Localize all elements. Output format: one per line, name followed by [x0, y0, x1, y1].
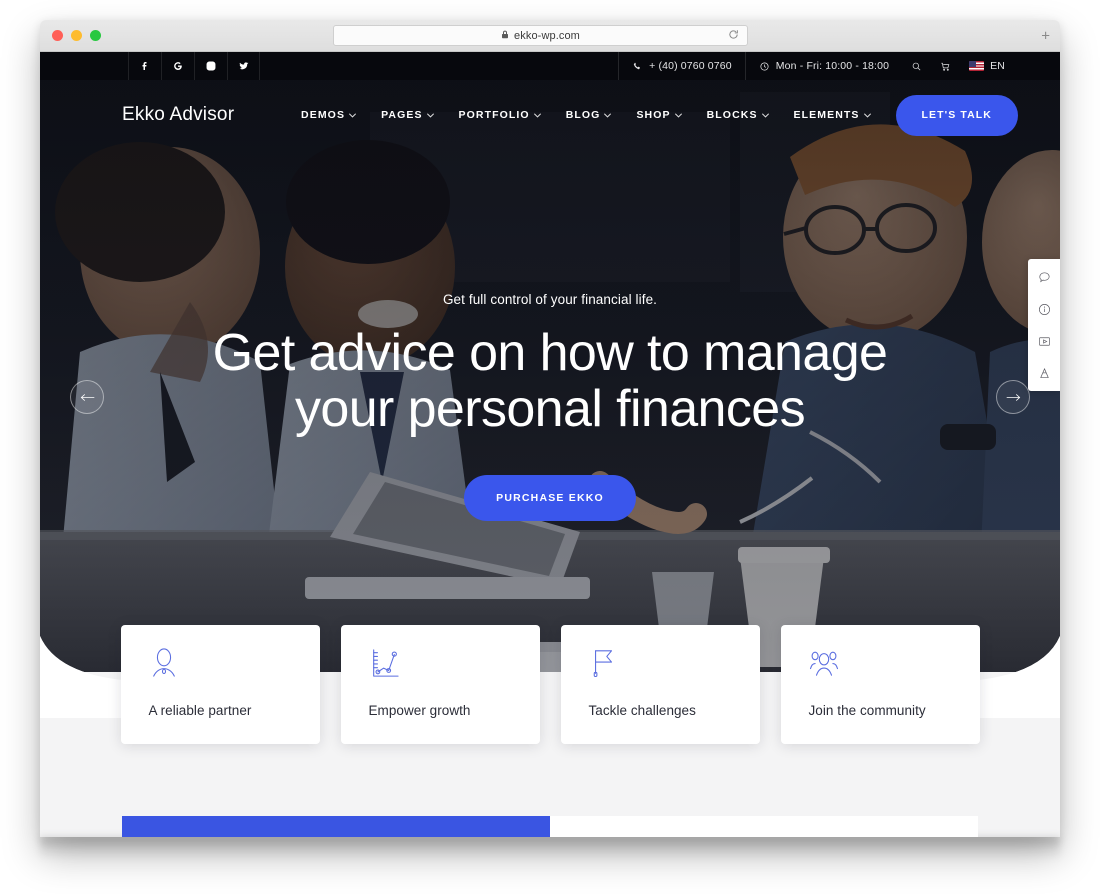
page-viewport: + (40) 0760 0760 Mon - Fri: 10:00 - 18:0…: [40, 52, 1060, 837]
nav-item-blog-label: BLOG: [565, 109, 601, 121]
nav-item-portfolio[interactable]: PORTFOLIO: [458, 109, 541, 121]
nav-item-shop-label: SHOP: [636, 109, 671, 121]
community-icon: [809, 647, 980, 687]
nav-item-portfolio-label: PORTFOLIO: [458, 109, 530, 121]
close-window-button[interactable]: [52, 30, 63, 41]
nav-item-blocks[interactable]: BLOCKS: [706, 109, 769, 121]
instagram-icon[interactable]: [194, 52, 227, 80]
phone-number: + (40) 0760 0760: [649, 60, 732, 72]
social-links: [128, 52, 260, 80]
growth-chart-icon: [369, 647, 540, 687]
top-bar-right: + (40) 0760 0760 Mon - Fri: 10:00 - 18:0…: [618, 52, 1014, 80]
feature-card-label: Join the community: [808, 703, 926, 718]
address-bar-url: ekko-wp.com: [514, 29, 580, 42]
google-icon[interactable]: [161, 52, 194, 80]
language-label: EN: [990, 60, 1005, 72]
chevron-down-icon: [426, 110, 434, 118]
phone-info[interactable]: + (40) 0760 0760: [618, 52, 745, 80]
flag-icon: [589, 647, 760, 687]
person-icon: [149, 647, 320, 687]
twitter-icon[interactable]: [227, 52, 260, 80]
top-utility-bar: + (40) 0760 0760 Mon - Fri: 10:00 - 18:0…: [40, 52, 1060, 80]
floating-side-toolbar: [1028, 259, 1060, 391]
carousel-prev-button[interactable]: [70, 380, 104, 414]
feature-card-label: Tackle challenges: [588, 703, 696, 718]
nav-item-demos[interactable]: DEMOS: [301, 109, 357, 121]
browser-window: ekko-wp.com + + (40) 0760 0760 Mon - Fri…: [40, 20, 1060, 837]
nav-item-demos-label: DEMOS: [301, 109, 346, 121]
chevron-down-icon: [761, 110, 769, 118]
arrow-right-icon: [1006, 393, 1020, 401]
carousel-next-button[interactable]: [996, 380, 1030, 414]
window-bottom-shadow: [40, 837, 1060, 859]
cart-button[interactable]: [931, 52, 960, 80]
chevron-down-icon: [533, 110, 541, 118]
hero-title-line-1: Get advice on how to manage: [212, 324, 888, 382]
video-play-icon[interactable]: [1034, 331, 1054, 351]
minimize-window-button[interactable]: [71, 30, 82, 41]
address-bar[interactable]: ekko-wp.com: [333, 25, 748, 46]
nav-item-blog[interactable]: BLOG: [565, 109, 612, 121]
hero-title: Get advice on how to manage your persona…: [40, 325, 1060, 437]
arrow-left-icon: [80, 393, 94, 401]
hero-content: Get full control of your financial life.…: [40, 292, 1060, 522]
bag-icon[interactable]: [1034, 363, 1054, 383]
nav-item-pages-label: PAGES: [381, 109, 423, 121]
promo-band-brick-image: [550, 816, 978, 837]
feature-cards: A reliable partner Empower growth Tackle…: [40, 625, 1060, 744]
feature-card-empower-growth[interactable]: Empower growth: [340, 625, 540, 744]
nav-item-elements[interactable]: ELEMENTS: [793, 109, 871, 121]
nav-item-shop[interactable]: SHOP: [636, 109, 682, 121]
lock-icon: [501, 30, 509, 41]
us-flag-icon: [969, 61, 985, 71]
feature-card-join-community[interactable]: Join the community: [780, 625, 980, 744]
window-traffic-lights: [52, 30, 101, 41]
promo-band-blue-block: [122, 816, 550, 837]
site-logo[interactable]: Ekko Advisor: [122, 104, 234, 126]
chevron-down-icon: [863, 110, 871, 118]
nav-item-pages[interactable]: PAGES: [381, 109, 434, 121]
maximize-window-button[interactable]: [90, 30, 101, 41]
feature-card-tackle-challenges[interactable]: Tackle challenges: [560, 625, 760, 744]
info-circle-icon[interactable]: [1034, 299, 1054, 319]
chevron-down-icon: [604, 110, 612, 118]
facebook-icon[interactable]: [128, 52, 161, 80]
hero-title-line-2: your personal finances: [295, 380, 806, 439]
nav-item-blocks-label: BLOCKS: [706, 109, 758, 121]
hours-info: Mon - Fri: 10:00 - 18:00: [744, 52, 902, 80]
purchase-ekko-button[interactable]: PURCHASE EKKO: [464, 475, 636, 522]
feature-card-reliable-partner[interactable]: A reliable partner: [120, 625, 320, 744]
browser-titlebar: ekko-wp.com +: [40, 20, 1060, 52]
nav-links: DEMOS PAGES PORTFOLIO BLOG SHOP BLOCKS E…: [301, 109, 871, 121]
promo-band: [122, 816, 978, 837]
chevron-down-icon: [674, 110, 682, 118]
lets-talk-button[interactable]: LET'S TALK: [895, 94, 1018, 136]
chevron-down-icon: [349, 110, 357, 118]
nav-item-elements-label: ELEMENTS: [793, 109, 860, 121]
hero-subtitle: Get full control of your financial life.: [442, 292, 658, 307]
language-switcher[interactable]: EN: [960, 52, 1014, 80]
new-tab-button[interactable]: +: [1041, 28, 1050, 43]
feature-card-label: A reliable partner: [148, 703, 252, 718]
search-button[interactable]: [902, 52, 931, 80]
feature-card-label: Empower growth: [368, 703, 471, 718]
main-navigation: Ekko Advisor DEMOS PAGES PORTFOLIO BLOG: [40, 80, 1060, 150]
chat-bubble-icon[interactable]: [1034, 267, 1054, 287]
business-hours: Mon - Fri: 10:00 - 18:00: [775, 60, 890, 72]
reload-icon[interactable]: [728, 29, 739, 43]
